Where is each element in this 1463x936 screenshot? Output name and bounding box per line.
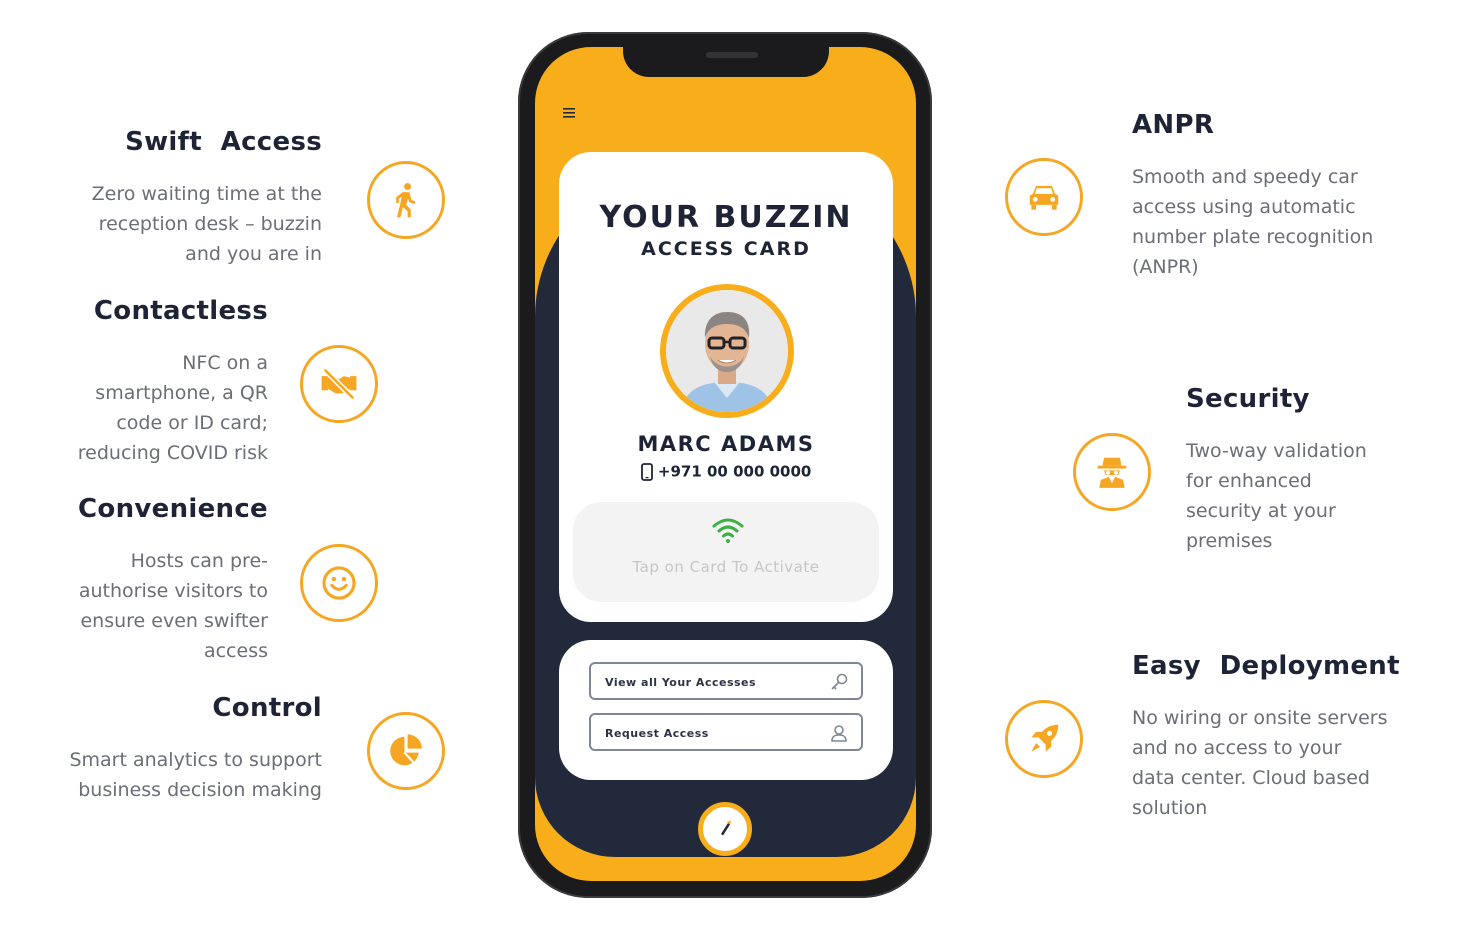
feature-text-line: business decision making bbox=[78, 779, 322, 801]
feature-text: NFC on a smartphone, a QR code or ID car… bbox=[8, 348, 268, 468]
card-subtitle: ACCESS CARD bbox=[641, 238, 811, 260]
menu-icon[interactable] bbox=[562, 107, 576, 119]
feature-text-line: and no access to your bbox=[1132, 737, 1342, 759]
feature-text-line: solution bbox=[1132, 797, 1208, 819]
phone-notch bbox=[623, 47, 829, 77]
feature-text-line: No wiring or onsite servers bbox=[1132, 707, 1388, 729]
feature-text: Zero waiting time at the reception desk … bbox=[22, 179, 322, 269]
actions-card: View all Your Accesses Request Access bbox=[559, 640, 893, 780]
feature-text: Hosts can pre- authorise visitors to ens… bbox=[8, 546, 268, 666]
buzzin-logo-icon bbox=[715, 819, 735, 839]
feature-text-line: for enhanced bbox=[1186, 470, 1312, 492]
feature-text-line: code or ID card; bbox=[116, 412, 268, 434]
card-title: YOUR BUZZIN bbox=[599, 200, 853, 235]
walking-person-icon bbox=[367, 161, 445, 239]
feature-text-line: authorise visitors to bbox=[78, 580, 268, 602]
feature-swift-access: Swift Access Zero waiting time at the re… bbox=[22, 127, 322, 269]
no-handshake-icon bbox=[300, 345, 378, 423]
user-icon bbox=[831, 725, 847, 742]
feature-text-line: data center. Cloud based bbox=[1132, 767, 1370, 789]
feature-text-line: Smooth and speedy car bbox=[1132, 166, 1358, 188]
feature-text: Smart analytics to support business deci… bbox=[2, 745, 322, 805]
feature-text-line: premises bbox=[1186, 530, 1273, 552]
feature-contactless: Contactless NFC on a smartphone, a QR co… bbox=[8, 296, 268, 468]
smiley-icon bbox=[300, 544, 378, 622]
feature-convenience: Convenience Hosts can pre- authorise vis… bbox=[8, 494, 268, 666]
feature-text-line: access using automatic bbox=[1132, 196, 1356, 218]
feature-text-line: number plate recognition bbox=[1132, 226, 1374, 248]
access-card: YOUR BUZZIN ACCESS CARD MARC ADAMS +971 … bbox=[559, 152, 893, 622]
home-button[interactable] bbox=[698, 802, 752, 856]
feature-text-line: NFC on a bbox=[182, 352, 268, 374]
key-icon bbox=[831, 673, 848, 690]
mobile-phone-icon bbox=[640, 462, 653, 481]
feature-security: Security Two-way validation for enhanced… bbox=[1186, 384, 1446, 556]
feature-text-line: Smart analytics to support bbox=[69, 749, 322, 771]
tap-to-activate-area[interactable]: Tap on Card To Activate bbox=[573, 502, 879, 602]
feature-title: Swift Access bbox=[125, 127, 322, 157]
phone-screen: YOUR BUZZIN ACCESS CARD MARC ADAMS +971 … bbox=[535, 47, 916, 881]
feature-title: Convenience bbox=[78, 494, 268, 524]
avatar bbox=[660, 284, 794, 418]
spy-icon bbox=[1073, 433, 1151, 511]
portrait-photo bbox=[666, 290, 788, 412]
feature-text-line: security at your bbox=[1186, 500, 1336, 522]
feature-text: No wiring or onsite servers and no acces… bbox=[1132, 703, 1432, 823]
feature-anpr: ANPR Smooth and speedy car access using … bbox=[1132, 110, 1432, 282]
feature-title: Control bbox=[212, 693, 322, 723]
feature-title: ANPR bbox=[1132, 110, 1215, 140]
feature-text-line: Hosts can pre- bbox=[130, 550, 268, 572]
car-icon bbox=[1005, 158, 1083, 236]
phone-number: +971 00 000 0000 bbox=[657, 462, 812, 481]
feature-text-line: smartphone, a QR bbox=[95, 382, 268, 404]
phone-number-row: +971 00 000 0000 bbox=[559, 462, 893, 481]
wifi-nfc-icon bbox=[712, 518, 744, 543]
feature-text-line: and you are in bbox=[185, 243, 322, 265]
feature-text-line: Zero waiting time at the bbox=[91, 183, 322, 205]
feature-easy-deployment: Easy Deployment No wiring or onsite serv… bbox=[1132, 651, 1432, 823]
request-access-label: Request Access bbox=[605, 727, 709, 740]
feature-text-line: (ANPR) bbox=[1132, 256, 1199, 278]
view-accesses-button[interactable]: View all Your Accesses bbox=[589, 662, 863, 700]
tap-text: Tap on Card To Activate bbox=[632, 558, 820, 576]
feature-control: Control Smart analytics to support busin… bbox=[2, 693, 322, 805]
pie-chart-icon bbox=[367, 712, 445, 790]
request-access-button[interactable]: Request Access bbox=[589, 713, 863, 751]
rocket-icon bbox=[1005, 700, 1083, 778]
feature-text: Two-way validation for enhanced security… bbox=[1186, 436, 1446, 556]
feature-title: Easy Deployment bbox=[1132, 651, 1400, 681]
person-name: MARC ADAMS bbox=[637, 432, 815, 456]
feature-text-line: ensure even swifter bbox=[80, 610, 268, 632]
view-accesses-label: View all Your Accesses bbox=[605, 676, 757, 689]
feature-title: Contactless bbox=[93, 296, 268, 326]
feature-title: Security bbox=[1186, 384, 1310, 414]
feature-text-line: reducing COVID risk bbox=[77, 442, 268, 464]
feature-text: Smooth and speedy car access using autom… bbox=[1132, 162, 1432, 282]
feature-text-line: access bbox=[203, 640, 268, 662]
phone-mockup: YOUR BUZZIN ACCESS CARD MARC ADAMS +971 … bbox=[518, 32, 932, 898]
feature-text-line: Two-way validation bbox=[1186, 440, 1367, 462]
feature-text-line: reception desk – buzzin bbox=[98, 213, 322, 235]
